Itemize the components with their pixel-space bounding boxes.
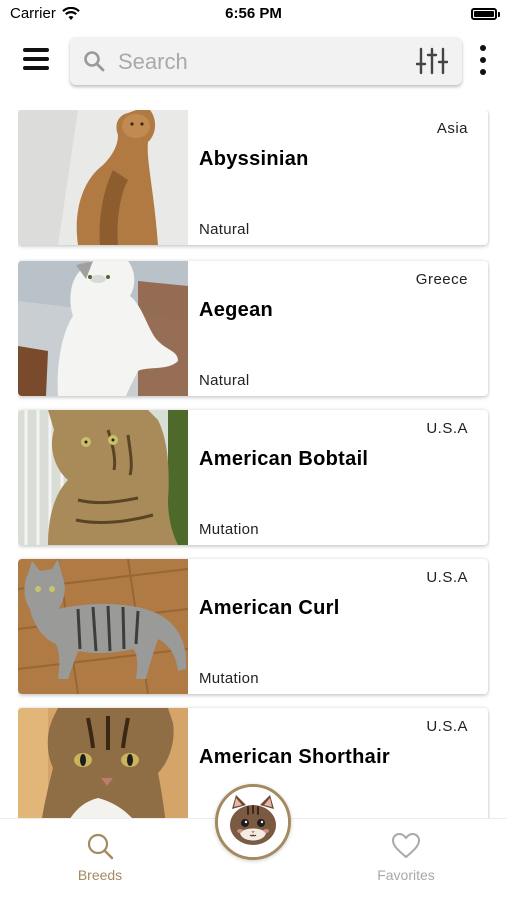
american-shorthair-cat-photo [18, 708, 188, 818]
heart-icon [392, 833, 420, 858]
search-icon [84, 51, 105, 72]
aegean-cat-photo [18, 261, 188, 396]
breed-name: American Shorthair [199, 746, 391, 768]
breed-card-abyssinian[interactable]: Asia Abyssinian Natural [18, 110, 488, 245]
breed-card-american-curl[interactable]: U.S.A American Curl Mutation [18, 559, 488, 694]
status-bar: Carrier 6:56 PM [0, 0, 507, 30]
tab-favorites[interactable]: Favorites [346, 831, 466, 883]
breed-name: American Curl [199, 597, 340, 619]
cat-face-button[interactable] [215, 784, 291, 860]
breed-list[interactable]: Asia Abyssinian Natural Greece Aegean Na… [18, 110, 490, 818]
breed-type: Mutation [199, 521, 259, 538]
breed-card-american-bobtail[interactable]: U.S.A American Bobtail Mutation [18, 410, 488, 545]
more-vertical-icon-dot [480, 45, 486, 51]
breed-origin: U.S.A [426, 569, 468, 586]
battery-icon [471, 8, 500, 20]
breed-type: Natural [199, 221, 250, 238]
search-input[interactable] [116, 45, 400, 79]
more-vertical-icon-dot [480, 57, 486, 63]
hamburger-icon-line [23, 66, 49, 70]
more-options-button[interactable] [472, 42, 494, 78]
breed-origin: U.S.A [426, 420, 468, 437]
more-vertical-icon-dot [480, 69, 486, 75]
american-bobtail-cat-photo [18, 410, 188, 545]
breed-origin: Asia [436, 120, 468, 137]
status-time: 6:56 PM [225, 5, 282, 22]
cat-face-icon [218, 787, 288, 857]
american-curl-cat-photo [18, 559, 188, 694]
menu-button[interactable] [20, 46, 50, 74]
hamburger-icon-line [23, 57, 49, 61]
search-icon [87, 833, 114, 860]
tab-breeds-label: Breeds [77, 867, 123, 883]
breed-name: Abyssinian [199, 148, 309, 170]
search-bar[interactable] [70, 37, 462, 85]
breed-origin: Greece [415, 271, 468, 288]
breed-type: Mutation [199, 670, 259, 687]
breed-card-aegean[interactable]: Greece Aegean Natural [18, 261, 488, 396]
sliders-icon[interactable] [416, 46, 448, 76]
tab-favorites-label: Favorites [377, 867, 435, 883]
hamburger-icon-line [23, 48, 49, 52]
breed-name: Aegean [199, 299, 274, 321]
tab-breeds[interactable]: Breeds [40, 831, 160, 883]
breed-origin: U.S.A [426, 718, 468, 735]
abyssinian-cat-photo [18, 110, 188, 245]
breed-name: American Bobtail [199, 448, 369, 470]
breed-type: Natural [199, 372, 250, 389]
